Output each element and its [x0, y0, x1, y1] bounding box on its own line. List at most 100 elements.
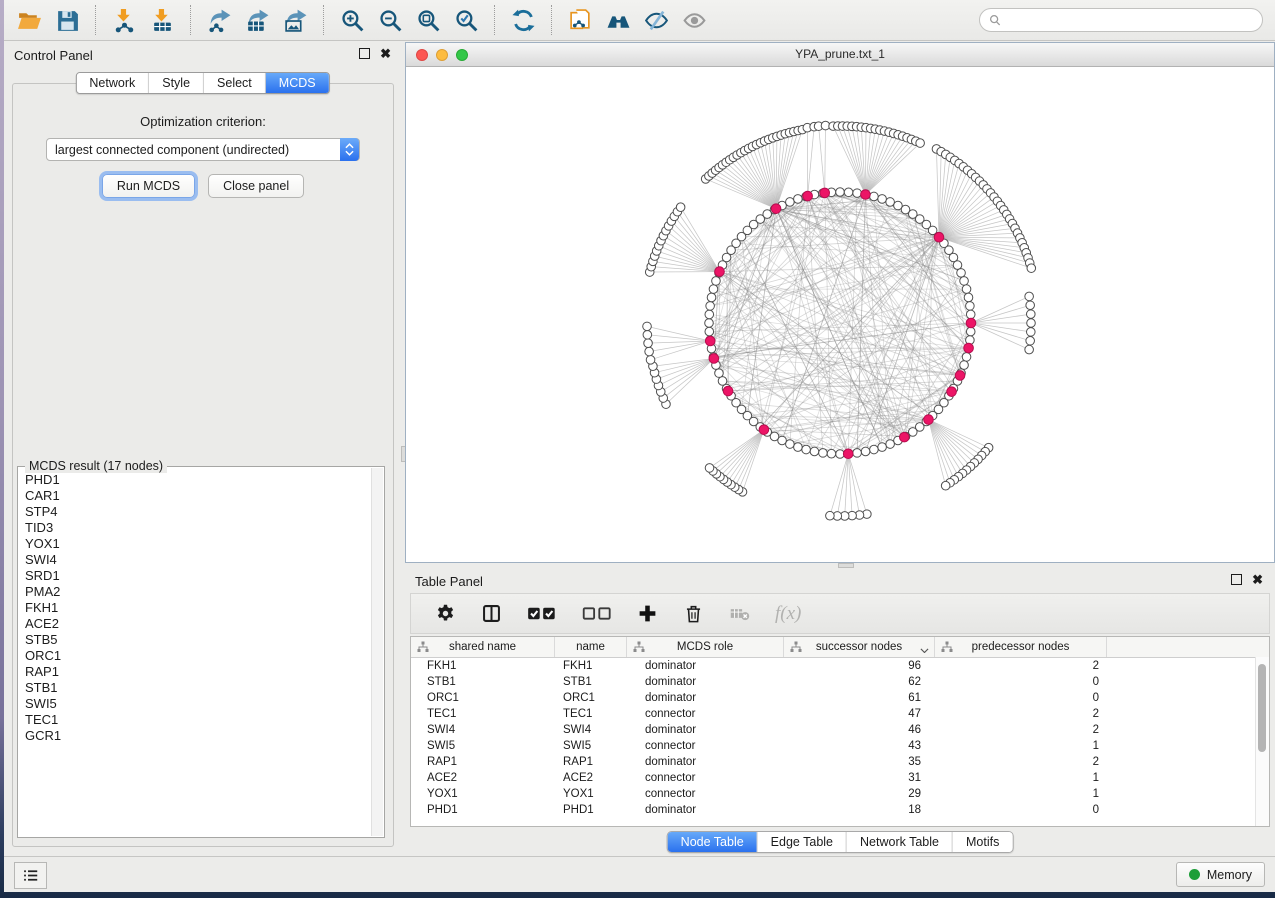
mcds-result-item: ACE2	[25, 616, 383, 632]
column-header-predecessor-nodes[interactable]: predecessor nodes	[935, 637, 1107, 657]
memory-button[interactable]: Memory	[1176, 862, 1265, 887]
window-maximize-icon[interactable]	[456, 49, 468, 61]
export-network-icon	[207, 8, 232, 33]
column-header-successor-nodes[interactable]: successor nodes	[784, 637, 935, 657]
mcds-result-item: PMA2	[25, 584, 383, 600]
float-panel-icon[interactable]	[359, 48, 370, 59]
cell-MCDS-role: connector	[627, 708, 784, 720]
zoom-selected-icon	[454, 8, 479, 33]
add-column-button[interactable]	[637, 603, 658, 624]
search-box[interactable]	[979, 8, 1263, 32]
export-image-icon	[283, 8, 308, 33]
window-minimize-icon[interactable]	[436, 49, 448, 61]
close-panel-icon[interactable]: ✖	[380, 48, 391, 59]
save-session-icon	[55, 8, 80, 33]
table-row[interactable]: FKH1FKH1dominator962	[411, 658, 1269, 674]
split-view-button[interactable]	[481, 603, 502, 624]
import-network-button[interactable]	[105, 3, 143, 37]
cell-successor-nodes: 35	[784, 756, 935, 768]
table-row[interactable]: RAP1RAP1dominator352	[411, 754, 1269, 770]
criterion-select[interactable]: largest connected component (undirected)	[46, 138, 360, 161]
mcds-list-scrollbar[interactable]	[371, 468, 383, 836]
table-row[interactable]: YOX1YOX1connector291	[411, 786, 1269, 802]
mcds-result-list[interactable]: PHD1CAR1STP4TID3YOX1SWI4SRD1PMA2FKH1ACE2…	[19, 468, 383, 836]
network-canvas[interactable]	[406, 67, 1274, 562]
table-scrollbar-thumb[interactable]	[1258, 664, 1266, 752]
table-tabs: Node TableEdge TableNetwork TableMotifs	[667, 831, 1014, 853]
tab-edge-table[interactable]: Edge Table	[758, 832, 847, 852]
select-all-rows-button[interactable]	[527, 604, 557, 623]
search-input[interactable]	[1007, 10, 1262, 30]
network-window-titlebar: YPA_prune.txt_1	[406, 43, 1274, 67]
table-row[interactable]: SWI5SWI5connector431	[411, 738, 1269, 754]
cell-name: STB1	[555, 676, 627, 688]
new-network-from-selection-icon	[568, 8, 593, 33]
tab-mcds[interactable]: MCDS	[266, 73, 329, 93]
zoom-in-button[interactable]	[333, 3, 371, 37]
delete-columns-button[interactable]	[683, 603, 704, 624]
select-stepper-icon	[340, 138, 359, 161]
show-all-button[interactable]	[675, 3, 713, 37]
zoom-fit-button[interactable]	[409, 3, 447, 37]
close-panel-button[interactable]: Close panel	[208, 174, 304, 198]
column-header-MCDS-role[interactable]: MCDS role	[627, 637, 784, 657]
column-header-shared-name[interactable]: shared name	[411, 637, 555, 657]
cell-MCDS-role: connector	[627, 788, 784, 800]
tab-style[interactable]: Style	[149, 73, 204, 93]
table-row[interactable]: STB1STB1dominator620	[411, 674, 1269, 690]
deselect-all-rows-button[interactable]	[582, 604, 612, 623]
float-table-panel-icon[interactable]	[1231, 574, 1242, 585]
optimization-criterion-label: Optimization criterion:	[13, 114, 393, 129]
close-table-panel-icon[interactable]: ✖	[1252, 574, 1263, 585]
toolbar-separator	[494, 5, 495, 35]
import-table-button[interactable]	[143, 3, 181, 37]
new-network-from-selection-button[interactable]	[561, 3, 599, 37]
mcds-result-item: TID3	[25, 520, 383, 536]
table-row[interactable]: TEC1TEC1connector472	[411, 706, 1269, 722]
table-settings-button[interactable]	[435, 603, 456, 624]
cell-successor-nodes: 31	[784, 772, 935, 784]
tab-network[interactable]: Network	[76, 73, 149, 93]
export-network-button[interactable]	[200, 3, 238, 37]
tab-network-table[interactable]: Network Table	[847, 832, 953, 852]
table-row[interactable]: SWI4SWI4dominator462	[411, 722, 1269, 738]
delete-columns-icon	[683, 603, 704, 624]
table-row[interactable]: ORC1ORC1dominator610	[411, 690, 1269, 706]
node-table: shared namenameMCDS rolesuccessor nodesp…	[410, 636, 1270, 827]
cell-name: ORC1	[555, 692, 627, 704]
zoom-out-button[interactable]	[371, 3, 409, 37]
export-image-button[interactable]	[276, 3, 314, 37]
column-header-name[interactable]: name	[555, 637, 627, 657]
save-session-button[interactable]	[48, 3, 86, 37]
cell-shared-name: ACE2	[411, 772, 555, 784]
open-file-button[interactable]	[10, 3, 48, 37]
zoom-in-icon	[340, 8, 365, 33]
toolbar-separator	[95, 5, 96, 35]
tab-node-table[interactable]: Node Table	[668, 832, 758, 852]
mcds-result-item: STP4	[25, 504, 383, 520]
table-row[interactable]: ACE2ACE2connector311	[411, 770, 1269, 786]
refresh-button[interactable]	[504, 3, 542, 37]
toolbar-separator	[190, 5, 191, 35]
status-menu-button[interactable]	[14, 862, 47, 889]
mcds-tab-content: Optimization criterion: largest connecte…	[12, 83, 394, 847]
network-column-icon	[633, 641, 645, 653]
table-row[interactable]: PHD1PHD1dominator180	[411, 802, 1269, 818]
open-file-icon	[17, 8, 42, 33]
first-neighbors-button[interactable]	[599, 3, 637, 37]
table-panel-title: Table Panel	[405, 568, 1275, 589]
window-close-icon[interactable]	[416, 49, 428, 61]
cell-predecessor-nodes: 1	[935, 788, 1107, 800]
hide-selected-button[interactable]	[637, 3, 675, 37]
table-scrollbar[interactable]	[1255, 657, 1269, 826]
run-mcds-button[interactable]: Run MCDS	[102, 174, 195, 198]
delete-table-button	[729, 603, 750, 624]
zoom-selected-button[interactable]	[447, 3, 485, 37]
tab-motifs[interactable]: Motifs	[953, 832, 1012, 852]
cell-shared-name: YOX1	[411, 788, 555, 800]
cell-successor-nodes: 61	[784, 692, 935, 704]
cell-successor-nodes: 62	[784, 676, 935, 688]
cell-predecessor-nodes: 1	[935, 772, 1107, 784]
tab-select[interactable]: Select	[204, 73, 266, 93]
export-table-button[interactable]	[238, 3, 276, 37]
